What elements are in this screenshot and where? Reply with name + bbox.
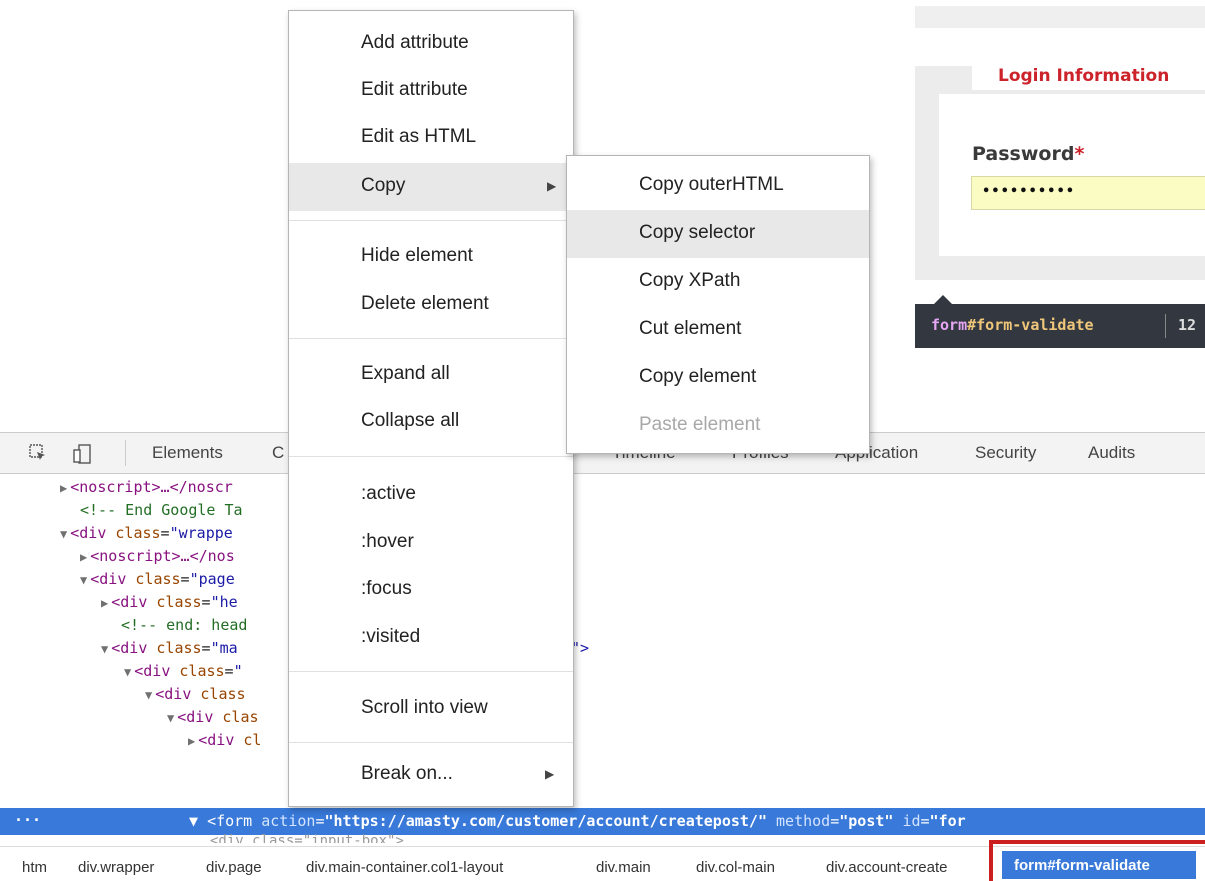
breadcrumb-item[interactable]: div.col-main: [696, 859, 775, 876]
tooltip-arrow: [934, 295, 952, 304]
breadcrumb-item[interactable]: div.main-container.col1-layout: [306, 859, 503, 876]
tooltip-selector: form#form-validate: [931, 316, 1094, 334]
menu-separator: [289, 456, 573, 457]
page-header-strip: [915, 6, 1205, 28]
menu-item-force-hover[interactable]: :hover: [289, 519, 573, 567]
element-inspect-tooltip: form#form-validate 12: [915, 295, 1205, 348]
menu-item-collapse-all[interactable]: Collapse all: [289, 398, 573, 446]
tooltip-size: 12: [1178, 316, 1197, 334]
selected-node-content: ▼ <form action="https://amasty.com/custo…: [189, 812, 966, 830]
tab-elements[interactable]: Elements: [152, 443, 223, 463]
menu-separator: [289, 742, 573, 743]
menu-item-force-visited[interactable]: :visited: [289, 614, 573, 662]
collapse-triangle-icon[interactable]: ▼: [124, 665, 131, 679]
submenu-item-copy-outerhtml[interactable]: Copy outerHTML: [567, 162, 869, 210]
menu-item-break-on[interactable]: Break on... ▶: [289, 751, 573, 799]
menu-item-force-active[interactable]: :active: [289, 471, 573, 519]
collapse-triangle-icon[interactable]: ▼: [167, 711, 174, 725]
password-input[interactable]: ••••••••••: [971, 176, 1205, 210]
breadcrumb-item[interactable]: htm: [22, 859, 47, 876]
dom-node[interactable]: ▶ <div cl: [188, 731, 261, 754]
submenu-item-copy-xpath[interactable]: Copy XPath: [567, 258, 869, 306]
more-options-icon[interactable]: ···: [14, 811, 41, 829]
breadcrumb-item[interactable]: div.page: [206, 859, 262, 876]
dom-node[interactable]: ▼ <div class="page: [80, 570, 235, 593]
menu-item-edit-as-html[interactable]: Edit as HTML: [289, 114, 573, 162]
expand-triangle-icon[interactable]: ▶: [80, 550, 87, 564]
collapse-triangle-icon[interactable]: ▼: [60, 527, 67, 541]
device-toolbar-icon[interactable]: [73, 444, 91, 464]
breadcrumb-item[interactable]: div.main: [596, 859, 651, 876]
dom-node[interactable]: ▼ <div class="wrappe: [60, 524, 233, 547]
login-fieldset-inner: [939, 94, 1205, 256]
menu-item-scroll-into-view[interactable]: Scroll into view: [289, 685, 573, 733]
dom-node[interactable]: ▼ <div class="ma: [101, 639, 238, 662]
next-dom-line: <div class="input-box">: [210, 833, 404, 843]
toolbar-divider: [125, 440, 126, 466]
menu-item-copy[interactable]: Copy ▶: [289, 163, 573, 211]
collapse-triangle-icon[interactable]: ▼: [145, 688, 152, 702]
collapse-triangle-icon[interactable]: ▼: [189, 812, 207, 830]
menu-item-force-focus[interactable]: :focus: [289, 566, 573, 614]
context-menu: Add attribute Edit attribute Edit as HTM…: [288, 10, 574, 807]
selected-dom-node[interactable]: ··· ▼ <form action="https://amasty.com/c…: [0, 808, 1205, 835]
submenu-arrow-icon: ▶: [547, 179, 557, 193]
menu-item-delete-element[interactable]: Delete element: [289, 281, 573, 329]
dom-node[interactable]: ▶ <noscript>…</noscr: [60, 478, 233, 501]
dom-node[interactable]: ▼ <div class: [145, 685, 246, 708]
breadcrumb-item[interactable]: div.wrapper: [78, 859, 154, 876]
tab-audits[interactable]: Audits: [1088, 443, 1135, 463]
menu-item-expand-all[interactable]: Expand all: [289, 351, 573, 399]
tab-console[interactable]: C: [272, 443, 284, 463]
dom-node[interactable]: ▶ <noscript>…</nos: [80, 547, 235, 570]
password-label: Password*: [972, 143, 1085, 165]
menu-item-add-attribute[interactable]: Add attribute: [289, 20, 573, 68]
dom-comment[interactable]: <!-- end: head: [121, 616, 247, 639]
menu-item-edit-attribute[interactable]: Edit attribute: [289, 67, 573, 115]
submenu-item-cut-element[interactable]: Cut element: [567, 306, 869, 354]
copy-submenu: Copy outerHTML Copy selector Copy XPath …: [566, 155, 870, 454]
menu-separator: [289, 338, 573, 339]
expand-triangle-icon[interactable]: ▶: [188, 734, 195, 748]
expand-triangle-icon[interactable]: ▶: [60, 481, 67, 495]
collapse-triangle-icon[interactable]: ▼: [80, 573, 87, 587]
submenu-item-copy-element[interactable]: Copy element: [567, 354, 869, 402]
tooltip-separator: [1165, 314, 1166, 338]
dom-comment[interactable]: <!-- End Google Ta: [80, 501, 243, 524]
dom-node[interactable]: ▶ <div class="he: [101, 593, 238, 616]
menu-separator: [289, 671, 573, 672]
menu-separator: [289, 220, 573, 221]
dom-node[interactable]: ▼ <div clas: [167, 708, 259, 731]
menu-item-hide-element[interactable]: Hide element: [289, 233, 573, 281]
tab-security[interactable]: Security: [975, 443, 1036, 463]
submenu-arrow-icon: ▶: [545, 767, 555, 781]
breadcrumb-item[interactable]: div.account-create: [826, 859, 947, 876]
dom-node[interactable]: ▼ <div class=": [124, 662, 243, 685]
expand-triangle-icon[interactable]: ▶: [101, 596, 108, 610]
collapse-triangle-icon[interactable]: ▼: [101, 642, 108, 656]
annotation-highlight-box: [989, 840, 1205, 881]
submenu-item-copy-selector[interactable]: Copy selector: [567, 210, 869, 258]
submenu-item-paste-element: Paste element: [639, 414, 761, 435]
inspect-element-icon[interactable]: [29, 444, 47, 462]
required-mark: *: [1074, 143, 1085, 165]
login-legend: Login Information: [972, 62, 1205, 90]
